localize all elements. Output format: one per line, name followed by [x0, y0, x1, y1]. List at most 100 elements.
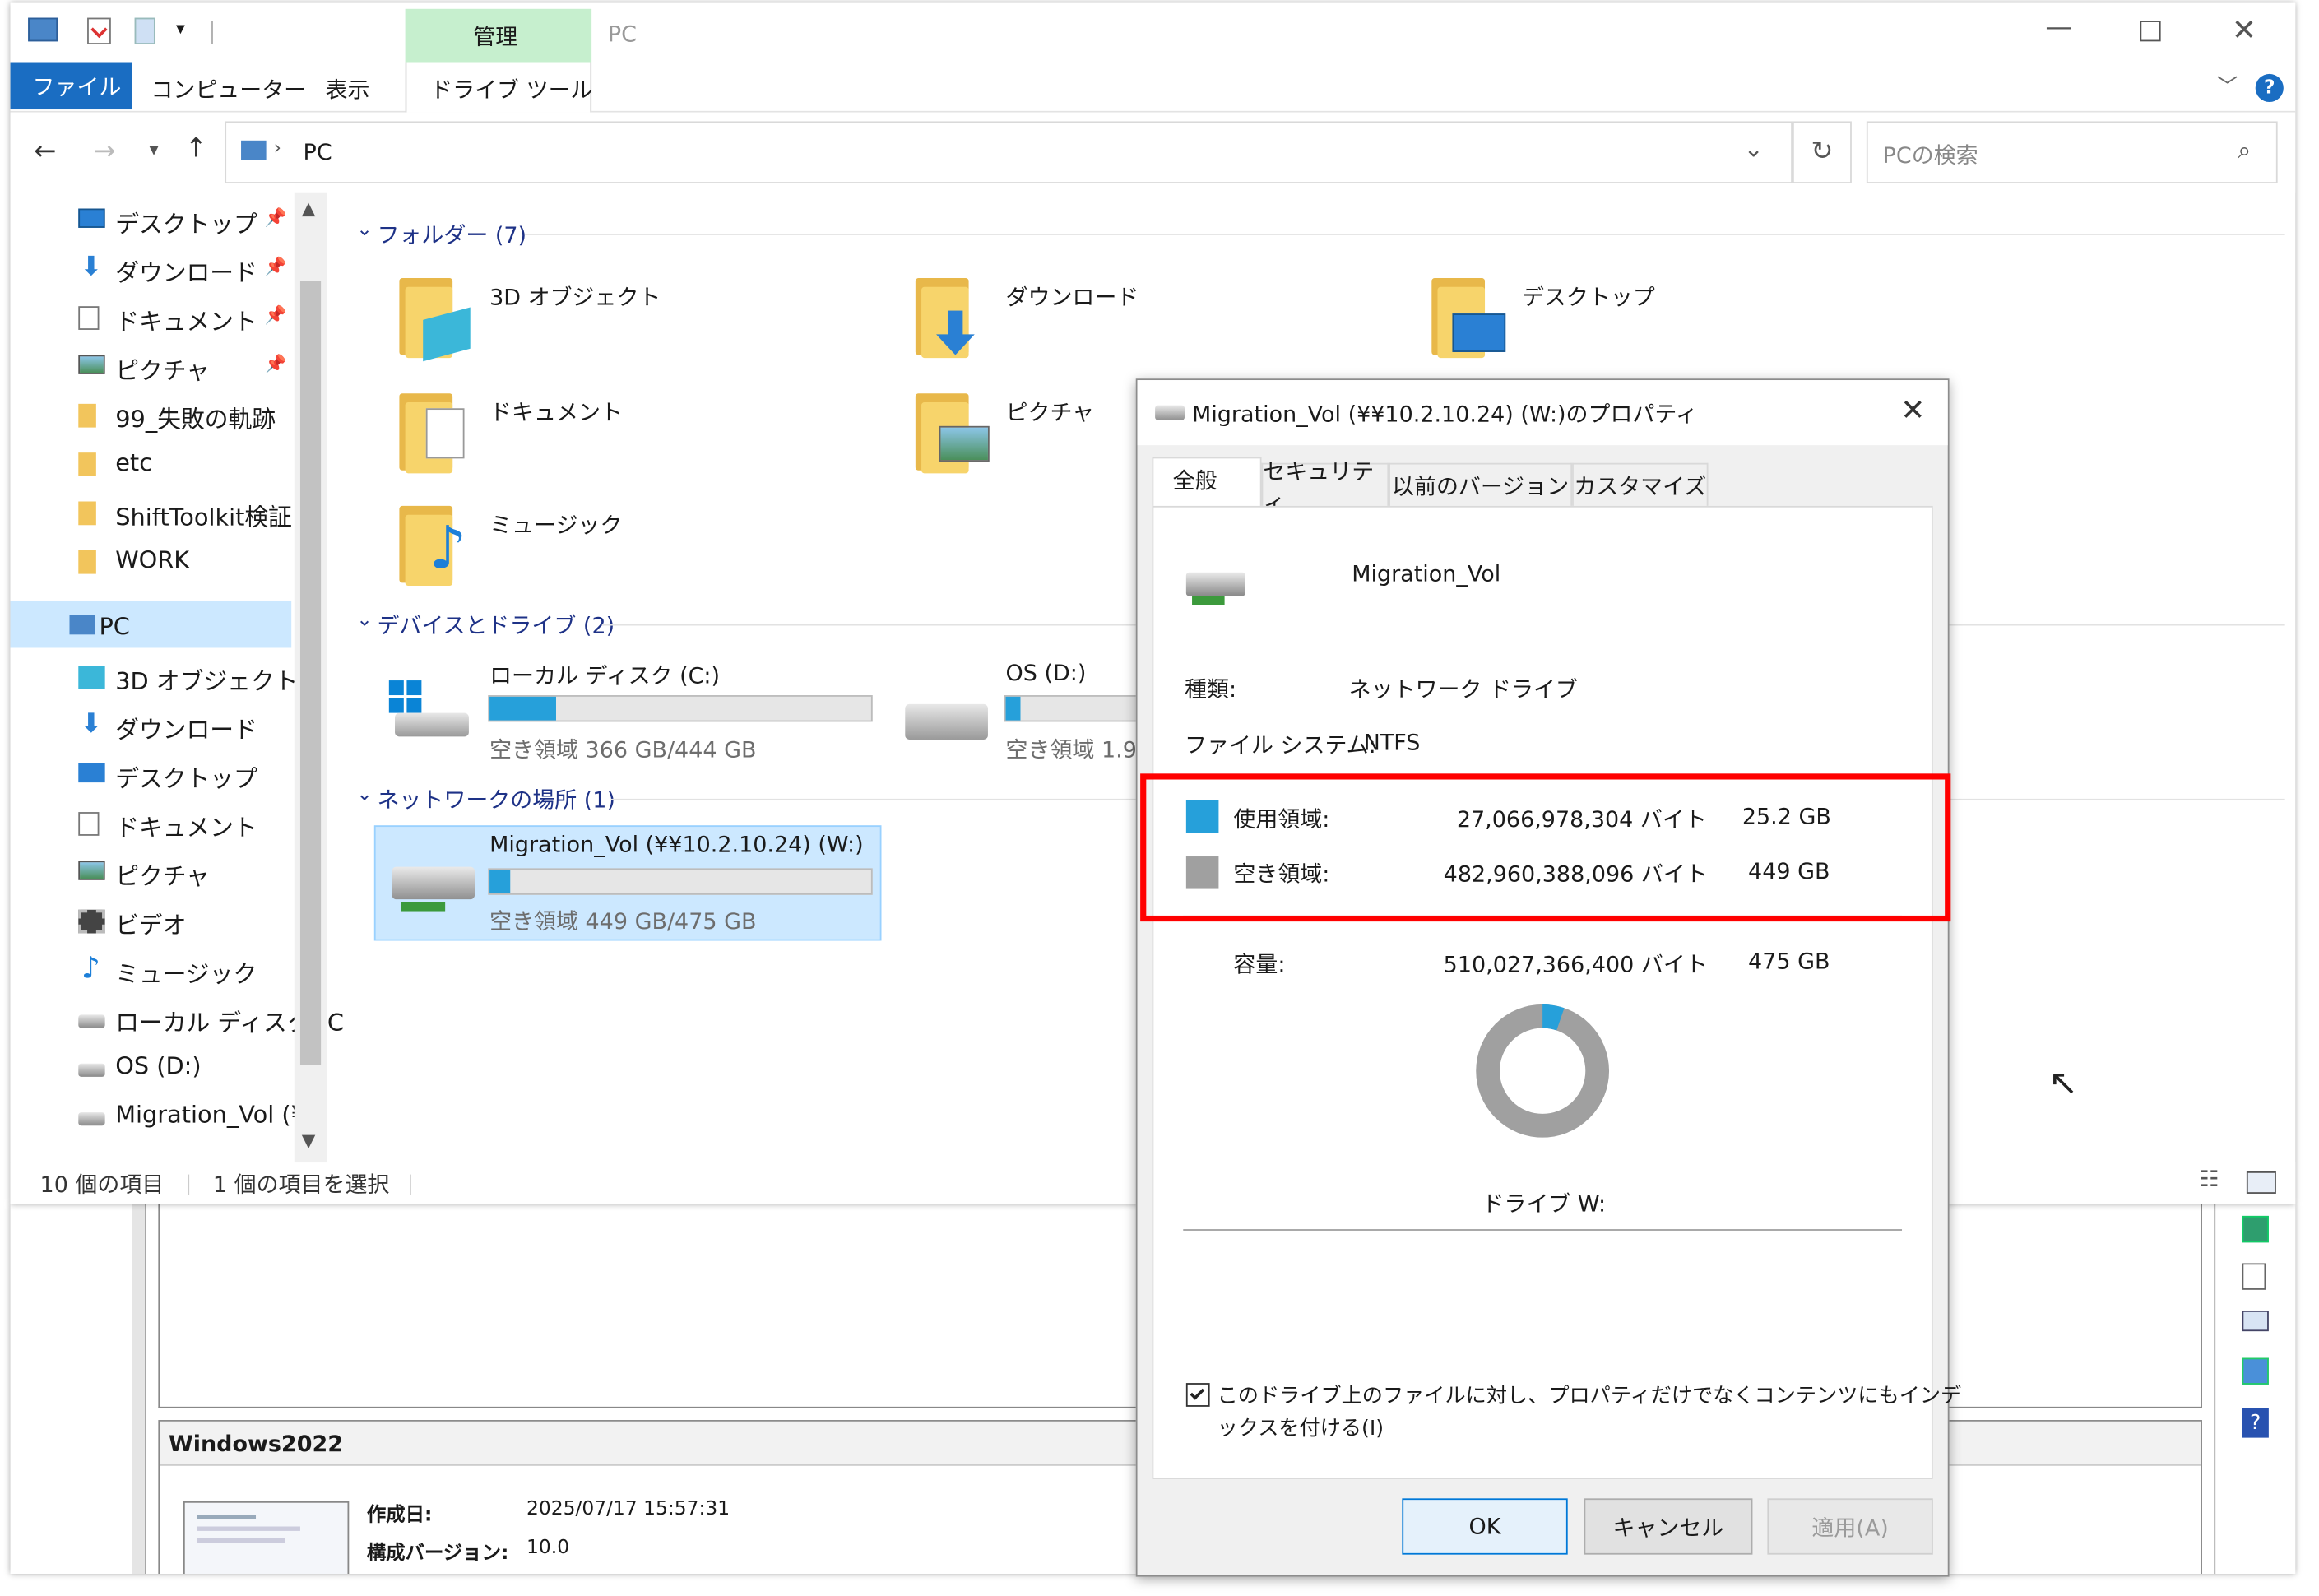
sidebar-scrollbar[interactable]: ▲ ▼ — [294, 192, 327, 1163]
network-drive-icon — [1155, 405, 1185, 420]
address-box[interactable]: › PC ⌄ — [225, 121, 1793, 183]
sidebar-item-label[interactable]: ビデオ — [115, 905, 186, 940]
pin-icon[interactable]: 📌 — [265, 304, 287, 325]
sidebar-item-label[interactable]: ドキュメント — [115, 808, 257, 843]
created-value: 2025/07/17 15:57:31 — [526, 1498, 730, 1521]
folder-documents[interactable]: ドキュメント — [489, 397, 623, 428]
tab-general[interactable]: 全般 — [1152, 457, 1262, 508]
sidebar-item-label[interactable]: ダウンロード — [115, 710, 257, 745]
drive-d-name[interactable]: OS (D:) — [1006, 660, 1087, 686]
pc-icon — [69, 615, 95, 635]
tab-drive-tools-label: ドライブ ツール — [430, 77, 593, 104]
index-option-label-line2[interactable]: ックスを付ける(I) — [1217, 1413, 1384, 1442]
sidebar-item-label[interactable]: ピクチャ — [115, 856, 210, 892]
folder-3d-objects[interactable]: 3D オブジェクト — [489, 281, 661, 313]
help-icon[interactable]: ? — [2242, 1408, 2269, 1438]
index-checkbox[interactable] — [1185, 1383, 1210, 1407]
folder-desktop[interactable]: デスクトップ — [1522, 281, 1655, 313]
sidebar-item-label[interactable]: デスクトップ — [115, 759, 257, 794]
network-header[interactable]: ネットワークの場所 (1) — [377, 784, 615, 815]
sidebar-item-label[interactable]: OS (D:) — [115, 1051, 201, 1079]
folder-downloads[interactable]: ダウンロード — [1006, 281, 1139, 313]
highlight-box — [1140, 773, 1951, 922]
sidebar-item-label[interactable]: デスクトップ — [115, 204, 257, 239]
forward-arrow-icon[interactable]: → — [93, 136, 115, 167]
sidebar-item-pc[interactable] — [10, 600, 292, 648]
refresh-button[interactable]: ↻ — [1792, 121, 1852, 183]
sidebar-item-label[interactable]: 3D オブジェクト — [115, 661, 298, 697]
sidebar-item-label[interactable]: ドキュメント — [115, 302, 257, 337]
ok-button[interactable]: OK — [1402, 1498, 1568, 1555]
search-icon[interactable]: ⌕ — [2238, 136, 2251, 165]
action-icon[interactable] — [2242, 1310, 2269, 1332]
ribbon-expand-icon[interactable]: ﹀ — [2217, 71, 2238, 100]
new-folder-quick-icon[interactable] — [134, 17, 155, 44]
search-input[interactable]: PCの検索 ⌕ — [1866, 121, 2278, 183]
apply-button[interactable]: 適用(A) — [1767, 1498, 1933, 1555]
pin-icon[interactable]: 📌 — [265, 354, 287, 374]
drive-icon — [78, 1063, 105, 1077]
scroll-up-icon[interactable]: ▲ — [302, 198, 316, 219]
sidebar-item-label[interactable]: ShiftToolkit検証 — [115, 497, 292, 532]
sidebar-item-label[interactable]: ピクチャ — [115, 350, 210, 386]
chevron-down-icon[interactable]: ▾ — [176, 18, 185, 39]
action-icon[interactable] — [2242, 1263, 2266, 1290]
tab-security[interactable]: セキュリティ — [1261, 457, 1389, 516]
tab-computer[interactable]: コンピューター — [151, 74, 306, 105]
back-arrow-icon[interactable]: ← — [34, 136, 56, 167]
drives-header[interactable]: デバイスとドライブ (2) — [377, 610, 615, 641]
dialog-close-button[interactable]: ✕ — [1900, 392, 1925, 427]
up-arrow-icon[interactable]: ↑ — [185, 133, 207, 165]
tab-view[interactable]: 表示 — [326, 74, 370, 105]
maximize-button[interactable] — [2140, 21, 2161, 42]
folders-header[interactable]: フォルダー (7) — [377, 219, 526, 250]
sidebar-item-label[interactable]: Migration_Vol (¥¥ — [115, 1101, 321, 1129]
tab-previous-versions[interactable]: 以前のバージョン — [1389, 462, 1573, 508]
window-title: PC — [607, 21, 638, 48]
sidebar-item-pc-label: PC — [99, 612, 130, 641]
action-icon[interactable] — [2242, 1357, 2269, 1385]
volume-name-field[interactable]: Migration_Vol — [1352, 560, 1500, 587]
download-icon: ⬇ — [80, 708, 103, 740]
type-value: ネットワーク ドライブ — [1348, 675, 1578, 703]
dialog-title: Migration_Vol (¥¥10.2.10.24) (W:)のプロパティ — [1192, 401, 1698, 428]
chevron-down-icon[interactable]: ⌄ — [356, 784, 373, 806]
large-icons-view-icon[interactable] — [2246, 1171, 2276, 1194]
folder-desktop-icon — [1431, 275, 1506, 359]
folder-pictures[interactable]: ピクチャ — [1006, 397, 1095, 428]
sidebar-item-label[interactable]: etc — [115, 448, 152, 476]
apply-button-label: 適用(A) — [1811, 1514, 1889, 1541]
help-icon[interactable]: ? — [2255, 73, 2284, 103]
document-icon — [78, 812, 100, 836]
minimize-button[interactable]: — — [2045, 12, 2071, 43]
recent-chevron-icon[interactable]: ▾ — [150, 139, 159, 160]
drive-c-name[interactable]: ローカル ディスク (C:) — [489, 660, 720, 691]
fs-label: ファイル システム: — [1185, 731, 1376, 759]
ok-button-label: OK — [1468, 1513, 1501, 1540]
action-icon[interactable] — [2242, 1215, 2269, 1243]
index-option-label-line1[interactable]: このドライブ上のファイルに対し、プロパティだけでなくコンテンツにもインデ — [1217, 1380, 1962, 1409]
sidebar-item-label[interactable]: 99_失敗の軌跡 — [115, 399, 276, 434]
pin-icon[interactable]: 📌 — [265, 207, 287, 228]
sidebar-item-label[interactable]: ミュージック — [115, 954, 257, 990]
status-selected: 1 個の項目を選択 — [212, 1171, 390, 1199]
close-button[interactable]: ✕ — [2232, 12, 2256, 47]
chevron-down-icon[interactable]: ⌄ — [356, 610, 373, 632]
properties-quick-icon[interactable] — [87, 17, 111, 44]
breadcrumb-separator-icon[interactable]: › — [274, 137, 281, 160]
dialog-title-bar: Migration_Vol (¥¥10.2.10.24) (W:)のプロパティ … — [1137, 380, 1948, 446]
tab-customize[interactable]: カスタマイズ — [1572, 462, 1709, 508]
cancel-button-label: キャンセル — [1612, 1514, 1724, 1541]
scroll-down-icon[interactable]: ▼ — [302, 1130, 316, 1151]
sidebar-item-label[interactable]: WORK — [115, 545, 189, 573]
chevron-down-icon[interactable]: ⌄ — [356, 219, 373, 241]
folder-music[interactable]: ミュージック — [489, 508, 622, 540]
drive-d-usage-bar — [1004, 695, 1153, 722]
pin-icon[interactable]: 📌 — [265, 256, 287, 276]
cancel-button[interactable]: キャンセル — [1584, 1498, 1753, 1555]
address-dropdown-icon[interactable]: ⌄ — [1744, 135, 1764, 163]
details-view-icon[interactable]: ☷ — [2199, 1166, 2219, 1192]
sidebar-item-label[interactable]: ダウンロード — [115, 253, 257, 288]
scrollbar-thumb[interactable] — [299, 281, 322, 1065]
breadcrumb-pc[interactable]: PC — [304, 139, 332, 165]
